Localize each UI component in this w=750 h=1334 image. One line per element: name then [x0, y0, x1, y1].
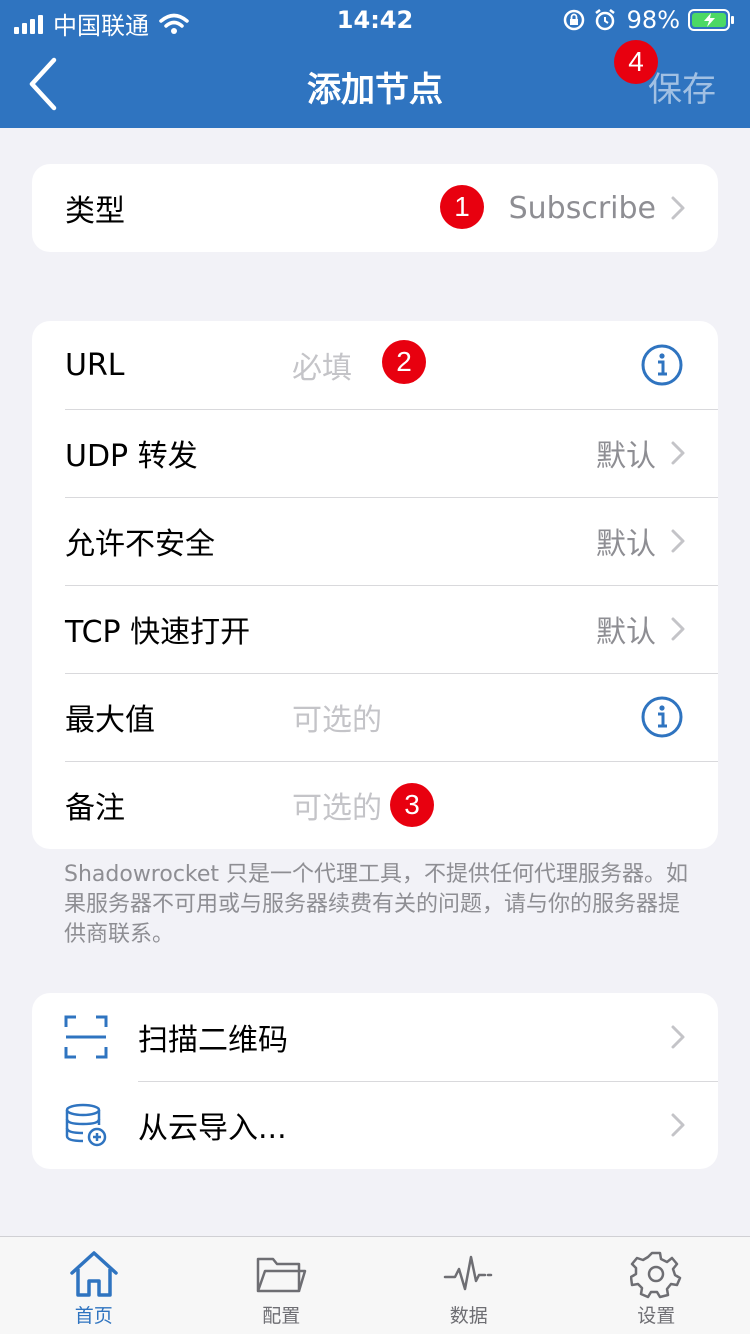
annotation-badge-1: 1 — [440, 185, 484, 229]
type-value: Subscribe — [508, 190, 656, 226]
remark-row[interactable]: 备注 可选的 — [32, 761, 718, 849]
annotation-badge-2: 2 — [382, 340, 426, 384]
chevron-right-icon — [671, 441, 685, 465]
node-form-card: URL 必填 UDP 转发 默认 允许不安全 默认 TCP 快速打开 默认 最大… — [32, 321, 718, 849]
chevron-right-icon — [671, 1113, 685, 1137]
allow-insecure-label: 允许不安全 — [65, 527, 215, 562]
battery-percent: 98% — [626, 6, 680, 34]
tab-home[interactable]: 首页 — [0, 1237, 188, 1334]
url-input[interactable]: 必填 — [292, 343, 352, 387]
udp-relay-value: 默认 — [596, 439, 656, 474]
scan-icon — [64, 1015, 108, 1059]
chevron-right-icon — [671, 617, 685, 641]
tab-settings-label: 设置 — [637, 1305, 676, 1327]
udp-relay-row[interactable]: UDP 转发 默认 — [32, 409, 718, 497]
alarm-icon — [594, 9, 615, 31]
home-icon — [70, 1251, 118, 1297]
type-label: 类型 — [65, 194, 125, 229]
tab-bar: 首页 配置 数据 设置 — [0, 1236, 750, 1334]
activity-icon — [443, 1255, 492, 1291]
cloud-import-row[interactable]: 从云导入... — [32, 1081, 718, 1169]
allow-insecure-row[interactable]: 允许不安全 默认 — [32, 497, 718, 585]
annotation-badge-3: 3 — [390, 783, 434, 827]
tab-data[interactable]: 数据 — [375, 1237, 563, 1334]
folder-icon — [257, 1257, 307, 1293]
scan-qr-label: 扫描二维码 — [138, 1023, 288, 1058]
tab-home-label: 首页 — [74, 1305, 113, 1327]
cloud-import-label: 从云导入... — [138, 1111, 287, 1146]
battery-icon — [688, 9, 734, 31]
allow-insecure-value: 默认 — [596, 527, 656, 562]
remark-input[interactable]: 可选的 — [292, 783, 382, 827]
annotation-badge-4: 4 — [614, 40, 658, 84]
max-row[interactable]: 最大值 可选的 — [32, 673, 718, 761]
tcp-fast-open-value: 默认 — [596, 615, 656, 650]
chevron-right-icon — [671, 1025, 685, 1049]
tab-config[interactable]: 配置 — [188, 1237, 376, 1334]
orientation-lock-icon — [563, 9, 584, 31]
url-label: URL — [65, 347, 125, 383]
remark-label: 备注 — [65, 791, 125, 826]
status-bar: 中国联通 14:42 98% — [0, 0, 750, 40]
gear-icon — [630, 1251, 682, 1299]
tab-settings[interactable]: 设置 — [563, 1237, 750, 1334]
url-row[interactable]: URL 必填 — [32, 321, 718, 409]
disclaimer-note: Shadowrocket 只是一个代理工具，不提供任何代理服务器。如果服务器不可… — [64, 862, 689, 947]
chevron-right-icon — [671, 529, 685, 553]
max-input[interactable]: 可选的 — [292, 695, 382, 739]
tcp-fast-open-row[interactable]: TCP 快速打开 默认 — [32, 585, 718, 673]
udp-relay-label: UDP 转发 — [65, 439, 198, 474]
tab-data-label: 数据 — [449, 1305, 488, 1327]
database-add-icon — [65, 1103, 107, 1147]
import-actions-card: 扫描二维码 从云导入... — [32, 993, 718, 1169]
scan-qr-row[interactable]: 扫描二维码 — [32, 993, 718, 1081]
save-button[interactable]: 保存 — [648, 62, 716, 111]
max-label: 最大值 — [65, 703, 155, 738]
info-icon[interactable] — [640, 695, 684, 739]
type-row[interactable]: 类型 Subscribe — [32, 164, 718, 252]
tcp-fast-open-label: TCP 快速打开 — [65, 615, 251, 650]
chevron-right-icon — [671, 196, 685, 220]
type-card: 类型 Subscribe — [32, 164, 718, 252]
info-icon[interactable] — [640, 343, 684, 387]
tab-config-label: 配置 — [262, 1305, 301, 1327]
